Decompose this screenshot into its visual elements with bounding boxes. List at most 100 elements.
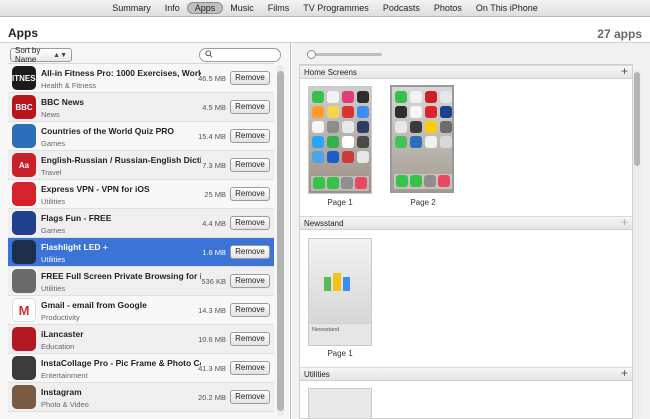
tab-music[interactable]: Music <box>223 2 261 14</box>
remove-button[interactable]: Remove <box>230 100 270 114</box>
remove-button[interactable]: Remove <box>230 216 270 230</box>
tab-tv-programmes[interactable]: TV Programmes <box>296 2 376 14</box>
search-icon <box>205 50 213 58</box>
app-row[interactable]: M Gmail - email from Google Productivity 14… <box>8 296 274 325</box>
remove-button[interactable]: Remove <box>230 390 270 404</box>
scrollbar-thumb[interactable] <box>634 72 640 166</box>
home-page-1[interactable] <box>308 86 372 194</box>
app-category: Utilities <box>41 197 66 206</box>
app-category: Travel <box>41 168 62 177</box>
remove-button[interactable]: Remove <box>230 129 270 143</box>
app-list-scrollbar[interactable] <box>277 65 284 417</box>
app-size: 15.4 MB <box>198 132 226 141</box>
remove-button[interactable]: Remove <box>230 303 270 317</box>
app-list: FITNESS All-in Fitness Pro: 1000 Exercise… <box>8 63 274 419</box>
remove-button[interactable]: Remove <box>230 332 270 346</box>
remove-button[interactable]: Remove <box>230 158 270 172</box>
newsstand-page-1[interactable]: Newsstand <box>308 238 372 346</box>
app-name: All-in Fitness Pro: 1000 Exercises, Work… <box>41 68 201 78</box>
app-icon-grid <box>395 91 452 148</box>
app-category: Education <box>41 342 75 351</box>
app-category: Utilities <box>41 284 66 293</box>
app-size: 14.3 MB <box>198 306 226 315</box>
remove-button[interactable]: Remove <box>230 245 270 259</box>
app-size: 46.5 MB <box>198 74 226 83</box>
sort-select-label: Sort by Name <box>15 46 41 64</box>
sort-select[interactable]: Sort by Name ▲▼ <box>10 46 72 64</box>
browser-app-icon <box>12 269 36 293</box>
app-size: 41.3 MB <box>198 364 226 373</box>
home-page-2[interactable] <box>390 85 454 193</box>
app-row[interactable]: Express VPN - VPN for iOS Utilities 25 MB R… <box>8 180 274 209</box>
app-row[interactable]: BBC BBC News News 4.5 MB Remove <box>8 93 274 122</box>
bbc-news-app-icon: BBC <box>12 95 36 119</box>
app-size: 20.2 MB <box>198 393 226 402</box>
tab-info[interactable]: Info <box>158 2 187 14</box>
home-screens-pane: Home Screens + Page 1 Page 2 Newsstand +… <box>292 43 650 419</box>
app-row[interactable]: FREE Full Screen Private Browsing for iP… <box>8 267 274 296</box>
app-name: Instagram <box>41 387 82 397</box>
app-size: 4.4 MB <box>202 219 226 228</box>
page-label: Page 2 <box>410 198 436 207</box>
search-input[interactable] <box>199 48 281 62</box>
globe-quiz-app-icon <box>12 124 36 148</box>
remove-button[interactable]: Remove <box>230 71 270 85</box>
app-row[interactable]: Countries of the World Quiz PRO Games 15.4… <box>8 122 274 151</box>
tab-podcasts[interactable]: Podcasts <box>376 2 427 14</box>
app-name: Flashlight LED + <box>41 242 108 252</box>
utilities-page-1[interactable] <box>308 388 372 418</box>
app-size: 1.6 MB <box>202 248 226 257</box>
app-size: 4.5 MB <box>202 103 226 112</box>
app-name: BBC News <box>41 97 84 107</box>
tab-on-this-iphone[interactable]: On This iPhone <box>469 2 545 14</box>
add-page-icon[interactable]: + <box>621 216 628 229</box>
apps-count: 27 apps <box>597 27 642 41</box>
app-name: Flags Fun - FREE <box>41 213 112 223</box>
remove-button[interactable]: Remove <box>230 274 270 288</box>
add-page-icon[interactable]: + <box>621 367 628 380</box>
remove-button[interactable]: Remove <box>230 361 270 375</box>
newsstand-label: Newsstand <box>312 327 340 333</box>
fitness-app-icon: FITNESS <box>12 66 36 90</box>
add-page-icon[interactable]: + <box>621 65 628 78</box>
lancaster-app-icon <box>12 327 36 351</box>
tab-films[interactable]: Films <box>261 2 297 14</box>
app-size: 536 KB <box>201 277 226 286</box>
app-category: Productivity <box>41 313 80 322</box>
app-row[interactable]: Instagram Photo & Video 20.2 MB Remove <box>8 383 274 412</box>
app-row[interactable]: InstaCollage Pro - Pic Frame & Photo Col… <box>8 354 274 383</box>
app-row[interactable]: Flags Fun - FREE Games 4.4 MB Remove <box>8 209 274 238</box>
scrollbar-thumb[interactable] <box>277 71 284 411</box>
app-name: Countries of the World Quiz PRO <box>41 126 175 136</box>
zoom-slider[interactable] <box>307 50 382 59</box>
section-title: Home Screens <box>304 68 357 77</box>
section-utilities: Utilities + <box>300 367 632 381</box>
tab-photos[interactable]: Photos <box>427 2 469 14</box>
app-size: 7.3 MB <box>202 161 226 170</box>
zoom-slider-knob[interactable] <box>307 50 316 59</box>
app-name: Express VPN - VPN for iOS <box>41 184 150 194</box>
app-category: Entertainment <box>41 371 88 380</box>
section-home-screens: Home Screens + <box>300 65 632 79</box>
tab-summary[interactable]: Summary <box>105 2 158 14</box>
newsstand-shelf <box>324 269 350 291</box>
page-title: Apps <box>8 26 38 40</box>
gmail-app-icon: M <box>12 298 36 322</box>
remove-button[interactable]: Remove <box>230 187 270 201</box>
app-category: News <box>41 110 60 119</box>
camera-app-icon <box>12 356 36 380</box>
section-newsstand: Newsstand + <box>300 216 632 230</box>
flashlight-app-icon <box>12 240 36 264</box>
page-label: Page 1 <box>327 198 353 207</box>
app-row[interactable]: iLancaster Education 10.6 MB Remove <box>8 325 274 354</box>
app-row[interactable]: FITNESS All-in Fitness Pro: 1000 Exercise… <box>8 64 274 93</box>
app-category: Games <box>41 139 66 148</box>
screens-scrollbar[interactable] <box>633 70 641 419</box>
app-name: Gmail - email from Google <box>41 300 147 310</box>
app-row[interactable]: Aa English-Russian / Russian-English Dict… <box>8 151 274 180</box>
screens-area: Home Screens + Page 1 Page 2 Newsstand +… <box>299 64 633 419</box>
app-size: 10.6 MB <box>198 335 226 344</box>
newsstand-footer: Newsstand <box>309 323 371 345</box>
app-row[interactable]: Flashlight LED + Utilities 1.6 MB Remove <box>8 238 274 267</box>
tab-apps[interactable]: Apps <box>186 2 224 14</box>
